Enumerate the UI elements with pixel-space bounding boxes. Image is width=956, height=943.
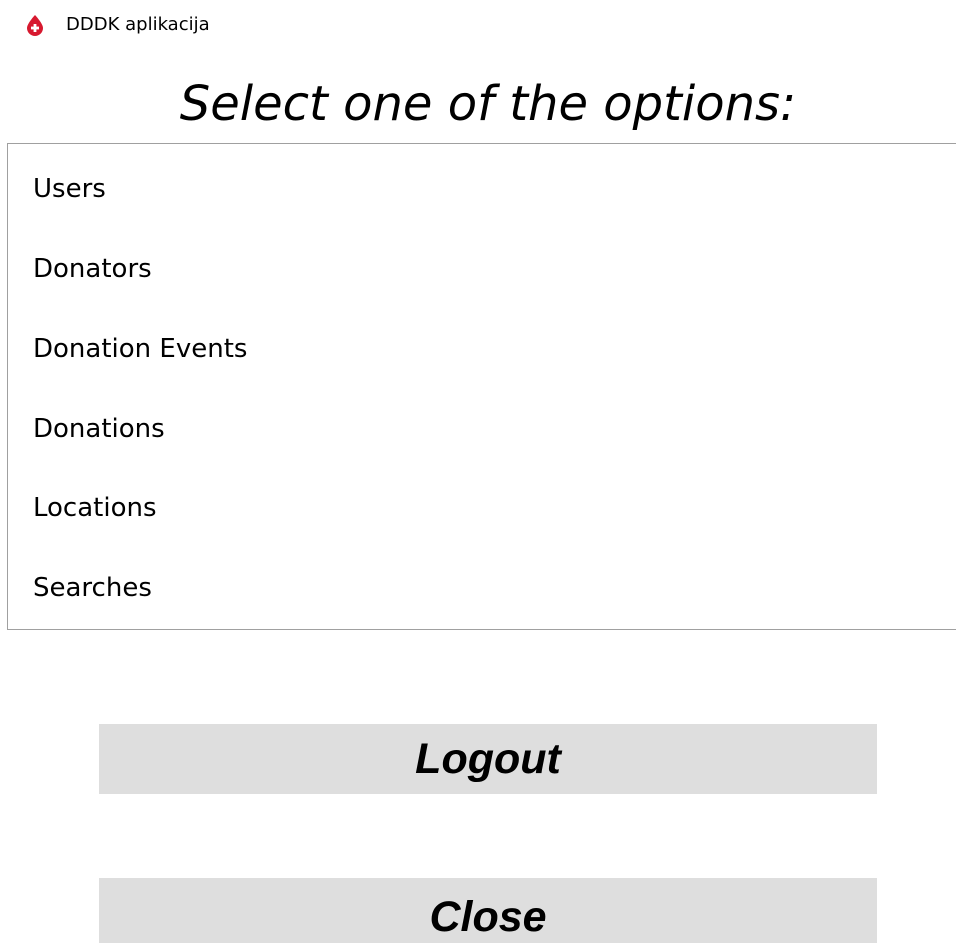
list-item-donation-events[interactable]: Donation Events	[33, 331, 247, 367]
list-item-locations[interactable]: Locations	[33, 490, 157, 526]
list-item-donators[interactable]: Donators	[33, 251, 152, 287]
page-heading: Select one of the options:	[179, 76, 797, 132]
blood-drop-icon	[25, 14, 45, 36]
list-item-users[interactable]: Users	[33, 171, 106, 207]
window-title: DDDK aplikacija	[66, 14, 210, 35]
list-item-donations[interactable]: Donations	[33, 411, 165, 447]
close-button[interactable]: Close	[99, 878, 877, 943]
options-list[interactable]: Users Donators Donation Events Donations…	[7, 143, 956, 630]
logout-button[interactable]: Logout	[99, 724, 877, 794]
list-item-searches[interactable]: Searches	[33, 570, 152, 606]
title-bar: DDDK aplikacija	[0, 0, 956, 50]
